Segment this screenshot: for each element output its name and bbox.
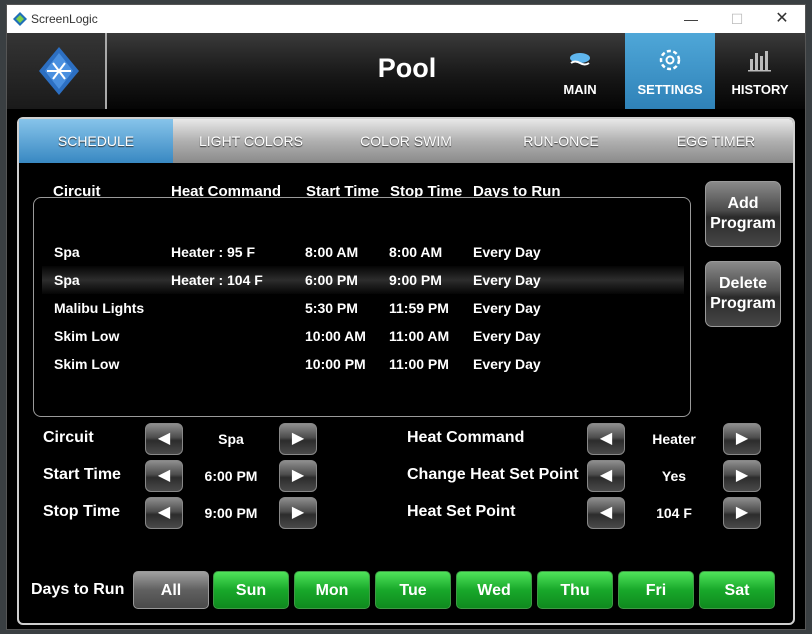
heat-command-prev-button[interactable]: ◀ <box>587 423 625 455</box>
start-time-label: Start Time <box>43 466 121 483</box>
nav-main-label: MAIN <box>563 82 597 97</box>
maximize-button[interactable]: ☐ <box>714 5 760 33</box>
tab-light-colors[interactable]: LIGHT COLORS <box>174 119 328 163</box>
row-start-time: 10:00 AM <box>305 328 366 344</box>
row-days: Every Day <box>473 272 541 288</box>
stop-time-next-button[interactable]: ▶ <box>279 497 317 529</box>
heat-command-next-button[interactable]: ▶ <box>723 423 761 455</box>
day-sat-button[interactable]: Sat <box>699 571 775 609</box>
tab-bar: SCHEDULE LIGHT COLORS COLOR SWIM RUN-ONC… <box>19 119 793 163</box>
day-wed-button[interactable]: Wed <box>456 571 532 609</box>
day-sun-button[interactable]: Sun <box>213 571 289 609</box>
tab-run-once[interactable]: RUN-ONCE <box>484 119 638 163</box>
header-bar: Pool MAIN SETTINGS HISTORY <box>7 33 805 109</box>
table-row[interactable]: Skim Low 10:00 PM 11:00 PM Every Day <box>42 350 684 378</box>
row-days: Every Day <box>473 356 541 372</box>
row-circuit: Spa <box>54 244 80 260</box>
nav-settings-label: SETTINGS <box>637 82 703 97</box>
nav-settings-button[interactable]: SETTINGS <box>625 33 715 109</box>
window-title: ScreenLogic <box>31 12 98 26</box>
row-days: Every Day <box>473 300 541 316</box>
pool-icon <box>570 53 590 66</box>
row-heat-command: Heater : 104 F <box>171 272 263 288</box>
row-start-time: 8:00 AM <box>305 244 359 260</box>
circuit-value: Spa <box>218 431 244 447</box>
row-start-time: 5:30 PM <box>305 300 358 316</box>
table-row[interactable]: Skim Low 10:00 AM 11:00 AM Every Day <box>42 322 684 350</box>
row-stop-time: 11:00 PM <box>389 356 449 372</box>
minimize-button[interactable]: — <box>668 5 714 33</box>
stop-time-label: Stop Time <box>43 503 121 520</box>
brand-logo <box>7 33 107 109</box>
tab-color-swim[interactable]: COLOR SWIM <box>329 119 483 163</box>
tab-egg-timer[interactable]: EGG TIMER <box>639 119 793 163</box>
circuit-label: Circuit <box>43 429 94 446</box>
row-circuit: Skim Low <box>54 356 120 372</box>
row-stop-time: 11:00 AM <box>389 328 450 344</box>
table-row[interactable]: Spa Heater : 95 F 8:00 AM 8:00 AM Every … <box>42 238 684 266</box>
gear-icon <box>659 49 681 71</box>
row-stop-time: 9:00 PM <box>389 272 442 288</box>
change-heat-set-point-next-button[interactable]: ▶ <box>723 460 761 492</box>
heat-command-value: Heater <box>652 431 696 447</box>
change-heat-set-point-prev-button[interactable]: ◀ <box>587 460 625 492</box>
bar-chart-icon <box>748 51 771 72</box>
stop-time-prev-button[interactable]: ◀ <box>145 497 183 529</box>
row-circuit: Malibu Lights <box>54 300 145 316</box>
row-days: Every Day <box>473 328 541 344</box>
schedule-panel: SCHEDULE LIGHT COLORS COLOR SWIM RUN-ONC… <box>17 117 795 625</box>
start-time-next-button[interactable]: ▶ <box>279 460 317 492</box>
row-heat-command: Heater : 95 F <box>171 244 256 260</box>
nav-history-button[interactable]: HISTORY <box>715 33 805 109</box>
start-time-value: 6:00 PM <box>204 468 258 484</box>
change-heat-set-point-value: Yes <box>661 468 687 484</box>
row-circuit: Skim Low <box>54 328 120 344</box>
heat-set-point-prev-button[interactable]: ◀ <box>587 497 625 529</box>
day-thu-button[interactable]: Thu <box>537 571 613 609</box>
app-window: ScreenLogic — ☐ ✕ Pool MAIN SETTINGS HIS… <box>6 4 806 630</box>
add-program-button[interactable]: Add Program <box>705 181 781 247</box>
title-bar: ScreenLogic — ☐ ✕ <box>7 5 805 33</box>
logo-icon <box>39 47 79 95</box>
heat-set-point-next-button[interactable]: ▶ <box>723 497 761 529</box>
nav-main-button[interactable]: MAIN <box>535 33 625 109</box>
start-time-prev-button[interactable]: ◀ <box>145 460 183 492</box>
heat-command-label: Heat Command <box>407 429 525 446</box>
circuit-next-button[interactable]: ▶ <box>279 423 317 455</box>
day-mon-button[interactable]: Mon <box>294 571 370 609</box>
heat-set-point-label: Heat Set Point <box>407 503 516 520</box>
nav-history-label: HISTORY <box>731 82 789 97</box>
close-button[interactable]: ✕ <box>759 5 805 33</box>
table-row-selected[interactable]: Spa Heater : 104 F 6:00 PM 9:00 PM Every… <box>42 266 684 294</box>
delete-program-button[interactable]: Delete Program <box>705 261 781 327</box>
app-logo-icon <box>13 12 27 26</box>
row-days: Every Day <box>473 244 541 260</box>
day-fri-button[interactable]: Fri <box>618 571 694 609</box>
page-title: Pool <box>377 53 437 83</box>
stop-time-value: 9:00 PM <box>204 505 258 521</box>
days-to-run-label: Days to Run <box>31 581 125 598</box>
schedule-list[interactable]: Spa Heater : 95 F 8:00 AM 8:00 AM Every … <box>33 197 691 417</box>
tab-schedule[interactable]: SCHEDULE <box>19 119 173 163</box>
row-stop-time: 8:00 AM <box>389 244 443 260</box>
change-heat-set-point-label: Change Heat Set Point <box>407 466 579 483</box>
table-row[interactable]: Malibu Lights 5:30 PM 11:59 PM Every Day <box>42 294 684 322</box>
day-tue-button[interactable]: Tue <box>375 571 451 609</box>
row-stop-time: 11:59 PM <box>389 300 449 316</box>
circuit-prev-button[interactable]: ◀ <box>145 423 183 455</box>
row-circuit: Spa <box>54 272 80 288</box>
heat-set-point-value: 104 F <box>656 505 692 521</box>
row-start-time: 10:00 PM <box>305 356 366 372</box>
row-start-time: 6:00 PM <box>305 272 358 288</box>
day-all-button[interactable]: All <box>133 571 209 609</box>
